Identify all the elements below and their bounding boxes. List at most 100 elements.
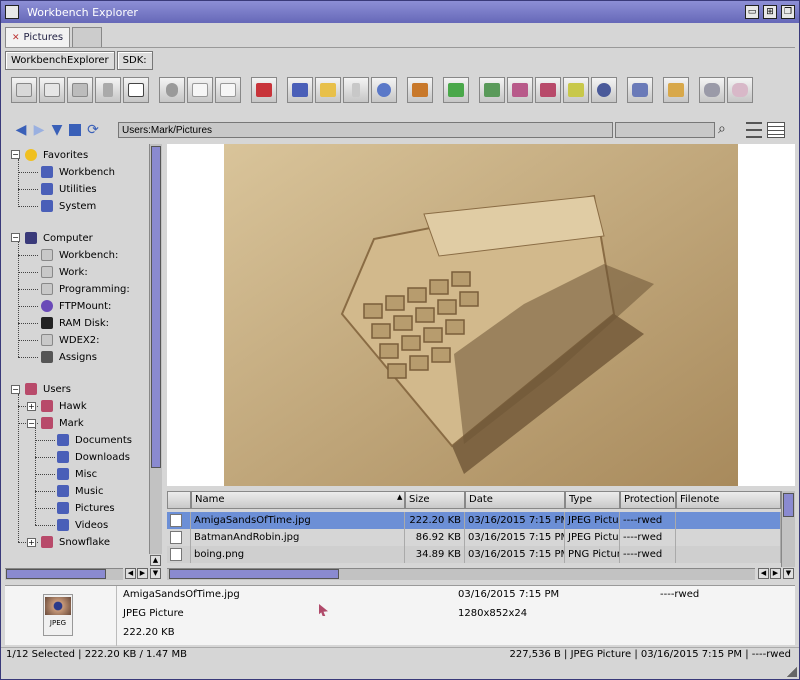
parent-drawer-icon[interactable] (67, 122, 83, 138)
rename-button[interactable] (123, 77, 149, 103)
depth-icon[interactable]: ❐ (781, 5, 795, 19)
help-icon[interactable] (591, 77, 617, 103)
tree-item[interactable]: Misc (57, 466, 97, 482)
tree-item[interactable]: Documents (57, 432, 132, 448)
tree-item[interactable]: Snowflake (41, 534, 110, 550)
scroll-right-icon[interactable]: ▶ (770, 568, 781, 579)
column-header-icon[interactable] (167, 491, 191, 509)
tree-item[interactable]: Workbench (41, 164, 115, 180)
scroll-thumb[interactable] (169, 569, 339, 579)
tree-item[interactable]: Downloads (57, 449, 130, 465)
drive-icon[interactable] (479, 77, 505, 103)
table-row[interactable]: AmigaSandsOfTime.jpg 222.20 KB 03/16/201… (167, 512, 781, 529)
copy-button[interactable] (39, 77, 65, 103)
tools-icon[interactable] (507, 77, 533, 103)
tree-item[interactable]: Workbench: (41, 247, 118, 263)
scroll-left-icon[interactable]: ◀ (125, 568, 136, 579)
tree-users[interactable]: Users (25, 381, 71, 397)
expand-toggle[interactable]: + (27, 402, 36, 411)
close-tab-icon[interactable]: ✕ (12, 29, 20, 47)
copy-icon[interactable] (187, 77, 213, 103)
forward-arrow-icon[interactable]: ▶ (31, 122, 47, 138)
search-icon[interactable]: ⌕ (718, 121, 736, 139)
down-arrow-icon[interactable]: ▼ (49, 122, 65, 138)
tree-item[interactable]: Programming: (41, 281, 130, 297)
archive-icon[interactable] (407, 77, 433, 103)
tree-item[interactable]: Work: (41, 264, 88, 280)
utilities-icon[interactable] (535, 77, 561, 103)
mouse-icon[interactable] (727, 77, 753, 103)
column-header-protection[interactable]: Protection (620, 491, 676, 509)
tree-item[interactable]: Utilities (41, 181, 97, 197)
table-row[interactable]: BatmanAndRobin.jpg 86.92 KB 03/16/2015 7… (167, 529, 781, 546)
list-scrollbar[interactable] (781, 491, 795, 567)
list-hscrollbar[interactable] (167, 568, 755, 580)
tree-item[interactable]: Pictures (57, 500, 115, 516)
tree-item[interactable]: FTPMount: (41, 298, 111, 314)
collapse-toggle[interactable]: − (11, 385, 20, 394)
paste-icon[interactable] (215, 77, 241, 103)
tab-new[interactable] (72, 27, 103, 47)
column-header-size[interactable]: Size (405, 491, 465, 509)
tree-computer[interactable]: Computer (25, 230, 93, 246)
breadcrumb-item[interactable]: SDK: (116, 51, 153, 70)
collapse-toggle[interactable]: − (27, 419, 36, 428)
tree-item[interactable]: Music (57, 483, 103, 499)
tree-item[interactable]: RAM Disk: (41, 315, 109, 331)
detail-view-icon[interactable] (767, 122, 785, 138)
scroll-down-icon[interactable]: ▼ (150, 568, 161, 579)
expand-toggle[interactable]: + (27, 538, 36, 547)
scroll-up-icon[interactable]: ▲ (150, 555, 161, 566)
scroll-left-icon[interactable]: ◀ (758, 568, 769, 579)
tree-favorites[interactable]: Favorites (25, 147, 88, 163)
scroll-thumb[interactable] (151, 146, 161, 468)
tree-scrollbar[interactable] (149, 144, 162, 554)
tree-hscrollbar[interactable] (5, 568, 123, 580)
column-header-date[interactable]: Date (465, 491, 565, 509)
settings-icon[interactable] (699, 77, 725, 103)
column-header-type[interactable]: Type (565, 491, 620, 509)
scroll-thumb[interactable] (6, 569, 106, 579)
collapse-toggle[interactable]: − (11, 233, 20, 242)
preferences-icon[interactable] (627, 77, 653, 103)
tab-pictures[interactable]: ✕ Pictures (5, 27, 71, 47)
resize-handle-icon[interactable] (787, 667, 797, 677)
title-bar[interactable]: Workbench Explorer ▭ ⊞ ❐ (1, 1, 799, 23)
tree-item[interactable]: WDEX2: (41, 332, 100, 348)
path-field[interactable] (118, 122, 613, 138)
clock-icon[interactable] (371, 77, 397, 103)
scroll-thumb[interactable] (783, 493, 794, 517)
search-tool-icon[interactable] (343, 77, 369, 103)
tree-item[interactable]: Videos (57, 517, 108, 533)
search-input[interactable] (615, 122, 715, 138)
tree-item[interactable]: Assigns (41, 349, 97, 365)
breadcrumb-item[interactable]: WorkbenchExplorer (5, 51, 115, 70)
delete-icon[interactable] (251, 77, 277, 103)
cut-icon[interactable] (159, 77, 185, 103)
collapse-toggle[interactable]: − (11, 150, 20, 159)
tree-item[interactable]: Mark (41, 415, 84, 431)
explorer-window: Workbench Explorer ▭ ⊞ ❐ ✕ Pictures Work… (0, 0, 800, 680)
column-header-name[interactable]: Name (191, 491, 405, 509)
column-header-filenote[interactable]: Filenote (676, 491, 781, 509)
new-drawer-button[interactable] (11, 77, 37, 103)
zoom-icon[interactable]: ⊞ (763, 5, 777, 19)
scroll-right-icon[interactable]: ▶ (137, 568, 148, 579)
mascot-icon[interactable] (663, 77, 689, 103)
iconify-icon[interactable]: ▭ (745, 5, 759, 19)
refresh-icon[interactable]: ⟳ (85, 122, 101, 138)
edit-icon[interactable] (315, 77, 341, 103)
scroll-down-icon[interactable]: ▼ (783, 568, 794, 579)
information-icon[interactable] (287, 77, 313, 103)
pencil-icon[interactable] (443, 77, 469, 103)
select-button[interactable] (95, 77, 121, 103)
breadcrumb: WorkbenchExplorer SDK: (5, 47, 795, 73)
tree-item[interactable]: Hawk (41, 398, 87, 414)
table-row[interactable]: boing.png 34.89 KB 03/16/2015 7:15 PM PN… (167, 546, 781, 563)
move-button[interactable] (67, 77, 93, 103)
back-arrow-icon[interactable]: ◀ (13, 122, 29, 138)
tree-item[interactable]: System (41, 198, 96, 214)
close-icon[interactable] (5, 5, 19, 19)
list-view-icon[interactable] (746, 122, 762, 138)
network-icon[interactable] (563, 77, 589, 103)
